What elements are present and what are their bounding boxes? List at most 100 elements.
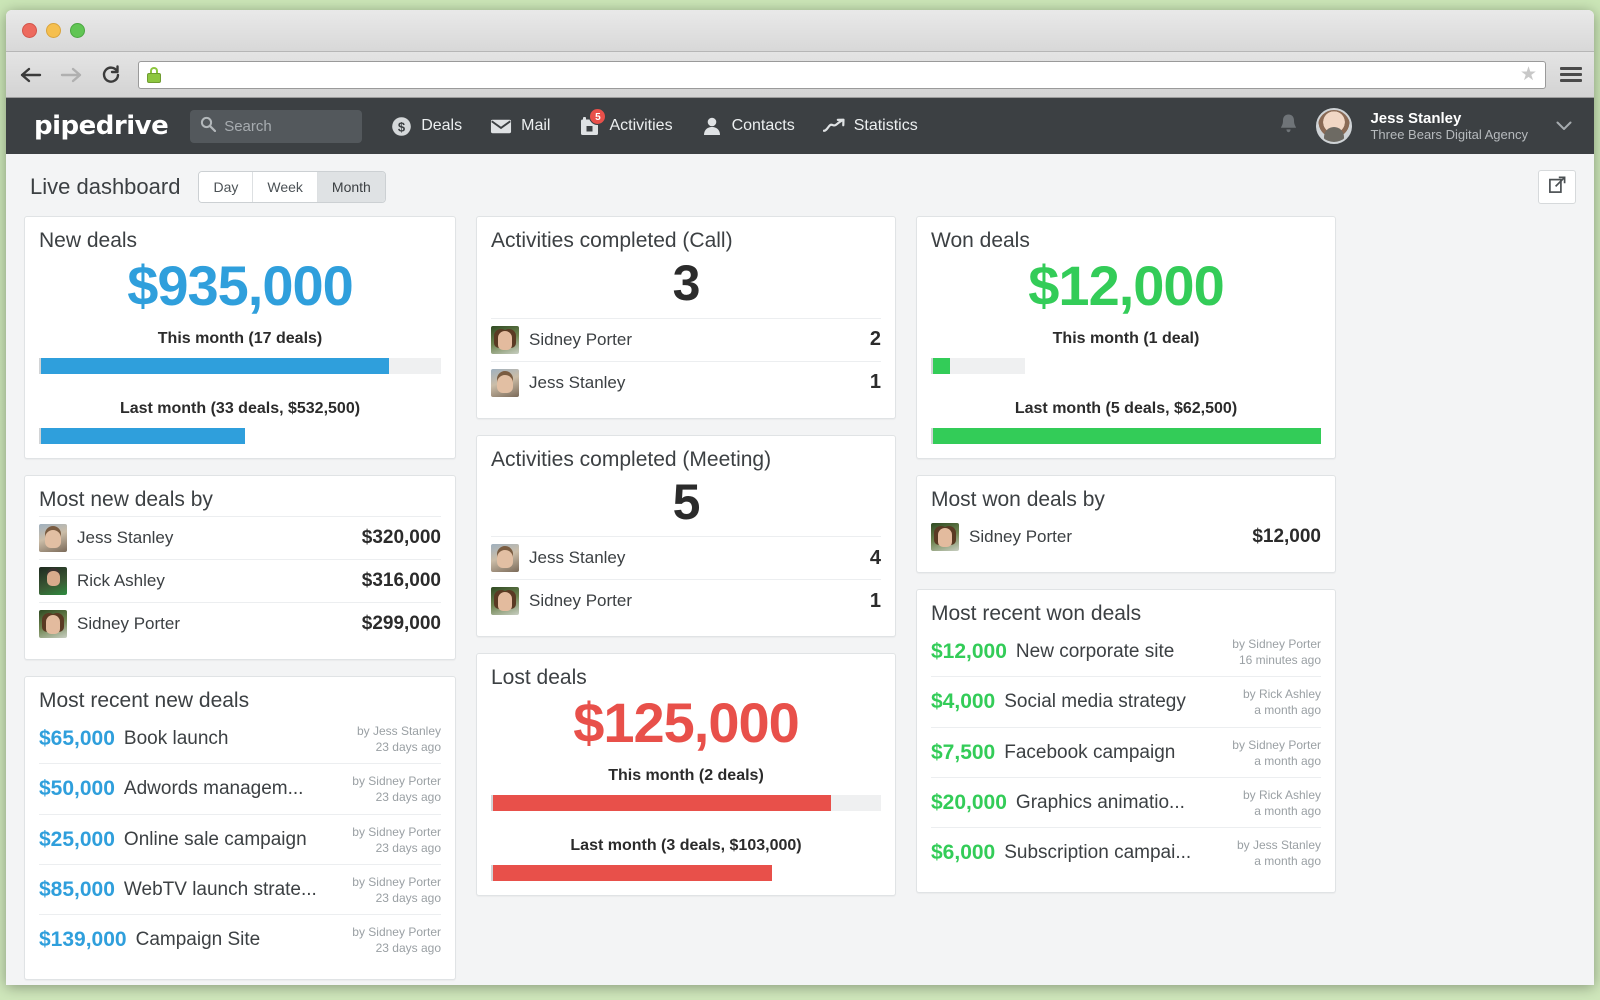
deal-title: Graphics animatio...	[1015, 792, 1185, 814]
avatar[interactable]	[1316, 108, 1353, 144]
list-item[interactable]: $12,000 New corporate site by Sidney Por…	[931, 630, 1321, 676]
list-item[interactable]: Sidney Porter $12,000	[931, 516, 1321, 558]
list-item[interactable]: $7,500 Facebook campaign by Sidney Porte…	[931, 726, 1321, 777]
deal-amount: $6,000	[931, 841, 996, 865]
expand-button[interactable]	[1538, 170, 1576, 204]
person-value: $12,000	[1252, 525, 1321, 547]
range-option-month[interactable]: Month	[317, 172, 385, 202]
bell-icon[interactable]	[1279, 113, 1298, 140]
range-selector[interactable]: Day Week Month	[198, 171, 386, 203]
card-title: Won deals	[931, 229, 1030, 252]
hamburger-menu-icon[interactable]	[1560, 67, 1582, 82]
deal-amount: $4,000	[931, 690, 996, 714]
page-title: Live dashboard	[30, 174, 181, 199]
new-deals-last-month-bar	[39, 427, 441, 444]
list-item[interactable]: $50,000 Adwords managem... by Sidney Por…	[39, 763, 441, 813]
column-left: New deals $935,000 This month (17 deals)…	[24, 216, 456, 980]
user-identity[interactable]: Jess Stanley Three Bears Digital Agency	[1370, 110, 1528, 143]
card-won-deals: Won deals $12,000 This month (1 deal) La…	[916, 216, 1336, 459]
list-item[interactable]: Jess Stanley $320,000	[39, 515, 441, 559]
column-right: Won deals $12,000 This month (1 deal) La…	[916, 216, 1336, 893]
bar-fill	[493, 794, 831, 811]
deal-amount: $85,000	[39, 878, 115, 902]
list-item[interactable]: $139,000 Campaign Site by Sidney Porter …	[39, 914, 441, 964]
deal-amount: $20,000	[931, 791, 1007, 815]
chevron-down-icon[interactable]	[1556, 118, 1572, 135]
maximize-window-button[interactable]	[70, 23, 85, 38]
list-item[interactable]: $20,000 Graphics animatio... by Rick Ash…	[931, 776, 1321, 827]
nav-item-mail[interactable]: Mail	[490, 115, 550, 137]
back-arrow-icon[interactable]	[18, 62, 44, 88]
card-activities-meeting: Activities completed (Meeting) 5 Jess St…	[476, 434, 896, 637]
range-option-week[interactable]: Week	[253, 172, 318, 202]
lost-deals-amount: $125,000	[573, 691, 800, 754]
card-activities-call: Activities completed (Call) 3 Sidney Por…	[476, 216, 896, 419]
address-bar[interactable]: ★	[138, 60, 1546, 89]
deal-amount: $25,000	[39, 827, 115, 851]
search-box[interactable]	[190, 109, 363, 143]
deal-amount: $7,500	[931, 740, 996, 764]
search-input[interactable]	[224, 117, 353, 135]
lost-deals-this-month-bar	[491, 794, 881, 811]
person-value: 1	[869, 589, 881, 612]
most-won-deals-by-list: Sidney Porter $12,000	[931, 516, 1321, 558]
ssl-lock-icon	[147, 66, 161, 83]
deal-title: Subscription campai...	[1004, 842, 1192, 864]
user-name: Jess Stanley	[1370, 109, 1462, 127]
deal-title: Adwords managem...	[123, 778, 304, 800]
avatar	[39, 609, 67, 638]
deal-time: a month ago	[1254, 804, 1321, 819]
list-item[interactable]: Sidney Porter 2	[491, 317, 881, 361]
person-name: Sidney Porter	[529, 329, 632, 349]
deal-time: 23 days ago	[375, 739, 441, 754]
list-item[interactable]: $25,000 Online sale campaign by Sidney P…	[39, 813, 441, 864]
nav-item-activities[interactable]: 5 Activities	[578, 108, 673, 137]
deal-title: Campaign Site	[135, 929, 261, 951]
avatar	[491, 587, 519, 615]
card-lost-deals: Lost deals $125,000 This month (2 deals)…	[476, 653, 896, 896]
list-item[interactable]: Jess Stanley 1	[491, 360, 881, 404]
nav-item-contacts[interactable]: Contacts	[701, 115, 795, 137]
list-item[interactable]: Jess Stanley 4	[491, 536, 881, 579]
list-item[interactable]: $85,000 WebTV launch strate... by Sidney…	[39, 863, 441, 914]
range-option-day[interactable]: Day	[199, 172, 254, 202]
deal-time: a month ago	[1254, 703, 1321, 718]
card-title: Lost deals	[491, 666, 587, 689]
star-icon[interactable]: ★	[1520, 65, 1537, 84]
deal-time: 16 minutes ago	[1238, 652, 1321, 667]
list-item[interactable]: $6,000 Subscription campai... by Jess St…	[931, 827, 1321, 877]
list-item[interactable]: Rick Ashley $316,000	[39, 558, 441, 602]
minimize-window-button[interactable]	[46, 23, 61, 38]
card-title: Activities completed (Meeting)	[491, 447, 772, 471]
list-item[interactable]: $4,000 Social media strategy by Rick Ash…	[931, 676, 1321, 726]
won-deals-this-month-bar	[931, 357, 1025, 374]
deal-title: Online sale campaign	[123, 828, 307, 850]
pipedrive-app: pipedrive $ Deals Mail	[6, 98, 1594, 985]
deal-meta: by Jess Stanley 23 days ago	[357, 723, 441, 755]
person-value: $316,000	[361, 569, 441, 591]
list-item[interactable]: $65,000 Book launch by Jess Stanley 23 d…	[39, 717, 441, 763]
deal-amount: $65,000	[39, 726, 115, 750]
most-recent-won-deals-list: $12,000 New corporate site by Sidney Por…	[931, 630, 1321, 878]
nav-item-statistics[interactable]: Statistics	[822, 115, 918, 137]
card-most-recent-won-deals: Most recent won deals $12,000 New corpor…	[916, 588, 1336, 893]
list-item[interactable]: Sidney Porter $299,000	[39, 601, 441, 645]
avatar	[491, 325, 519, 354]
person-value: 1	[869, 371, 881, 393]
desktop-background: ★ pipedrive $ Deals	[0, 0, 1600, 1000]
bar-fill	[41, 357, 389, 374]
pipedrive-logo[interactable]: pipedrive	[34, 111, 169, 141]
deal-time: a month ago	[1254, 753, 1321, 768]
list-item[interactable]: Sidney Porter 1	[491, 579, 881, 622]
forward-arrow-icon[interactable]	[58, 62, 84, 88]
deal-meta: by Rick Ashley a month ago	[1243, 686, 1321, 718]
card-title: Most recent new deals	[39, 688, 250, 712]
close-window-button[interactable]	[22, 23, 37, 38]
app-navbar: pipedrive $ Deals Mail	[6, 98, 1594, 154]
person-name: Jess Stanley	[77, 527, 174, 547]
deal-title: New corporate site	[1015, 640, 1175, 662]
nav-item-deals[interactable]: $ Deals	[390, 115, 462, 137]
deal-author: by Sidney Porter	[352, 824, 441, 839]
reload-icon[interactable]	[98, 62, 124, 88]
navbar-right-cluster: Jess Stanley Three Bears Digital Agency	[1279, 108, 1572, 144]
